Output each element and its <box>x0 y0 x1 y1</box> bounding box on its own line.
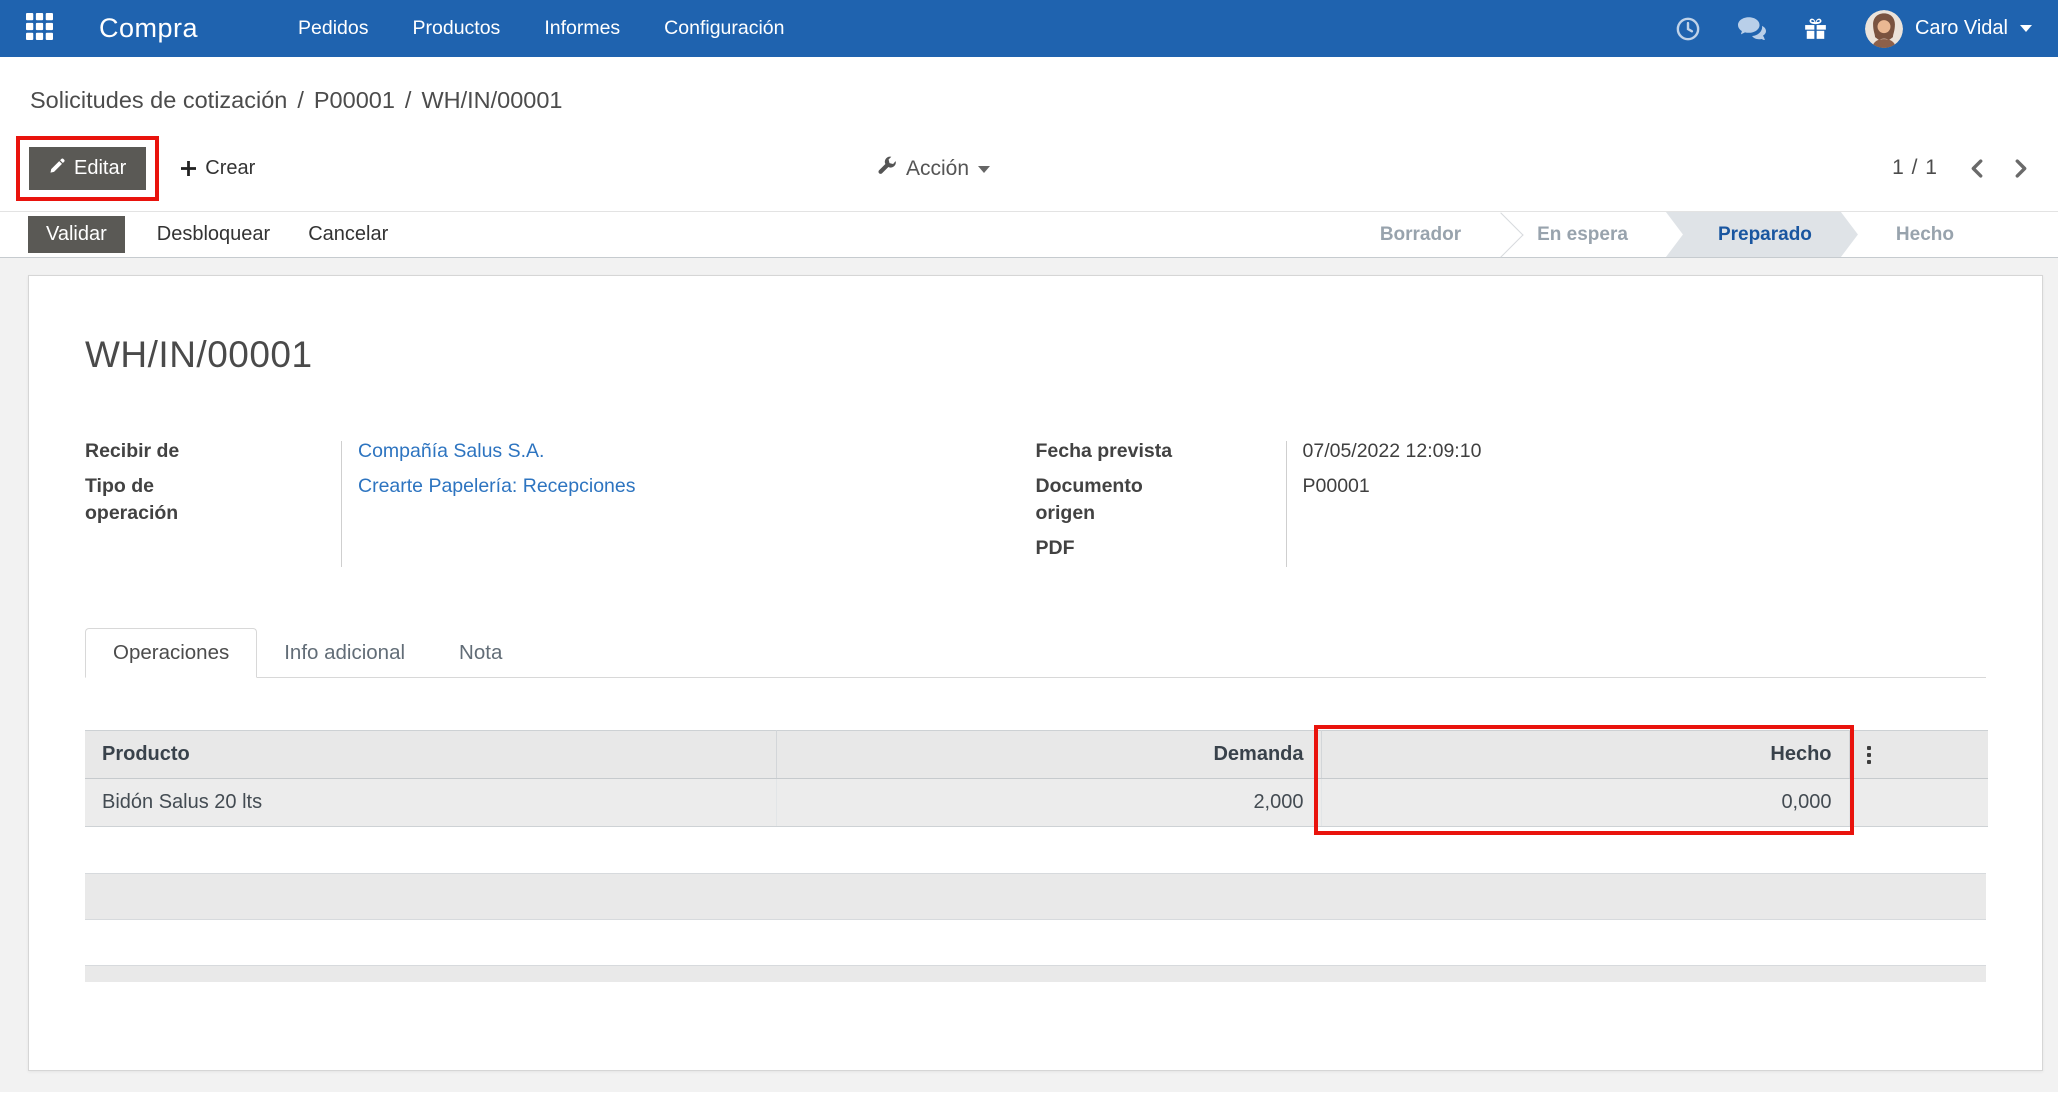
status-pipeline: Borrador En espera Preparado Hecho <box>1342 212 2058 257</box>
table-row[interactable]: Bidón Salus 20 lts 2,000 0,000 <box>85 778 1988 828</box>
table-header-row: Producto Demanda Hecho <box>85 730 1988 780</box>
operations-table: Producto Demanda Hecho Bidón Salus 20 lt… <box>85 725 1988 836</box>
empty-section-bar <box>85 965 1986 983</box>
main-menu: Pedidos Productos Informes Configuración <box>298 17 784 40</box>
field-separator-line <box>341 441 342 568</box>
optional-columns-icon[interactable] <box>1866 743 1873 765</box>
column-header-demanda[interactable]: Demanda <box>776 730 1322 780</box>
pencil-icon <box>49 157 65 180</box>
page-body: WH/IN/00001 Recibir de Compañía Salus S.… <box>0 258 2058 1092</box>
apps-menu-button[interactable] <box>26 12 53 45</box>
menu-pedidos[interactable]: Pedidos <box>298 17 368 40</box>
field-recibir-de: Recibir de Compañía Salus S.A. <box>85 438 1036 464</box>
activities-clock-icon[interactable] <box>1676 17 1700 41</box>
form-sheet: WH/IN/00001 Recibir de Compañía Salus S.… <box>28 275 2043 1071</box>
wrench-icon <box>877 156 897 182</box>
cell-demanda: 2,000 <box>776 778 1322 828</box>
stage-preparado[interactable]: Preparado <box>1666 212 1858 257</box>
pager-value: 1 / 1 <box>1892 156 1938 179</box>
breadcrumb: Solicitudes de cotización / P00001/WH/IN/0… <box>30 87 563 113</box>
column-header-producto[interactable]: Producto <box>85 730 777 780</box>
field-pdf: PDF <box>1036 535 1987 561</box>
pager-previous-button[interactable] <box>1970 158 1983 178</box>
edit-button[interactable]: Editar <box>29 146 147 190</box>
field-tipo-operacion: Tipo de operación Crearte Papelería: Rec… <box>85 473 1036 526</box>
field-fecha-prevista: Fecha prevista 07/05/2022 12:09:10 <box>1036 438 1987 464</box>
cell-hecho: 0,000 <box>1321 778 1850 828</box>
stage-en-espera[interactable]: En espera <box>1499 212 1666 257</box>
stage-borrador[interactable]: Borrador <box>1342 212 1499 257</box>
gift-icon[interactable] <box>1804 17 1827 40</box>
validate-button[interactable]: Validar <box>28 216 125 253</box>
top-navbar: Compra Pedidos Productos Informes Config… <box>0 0 2058 57</box>
cell-extra <box>1849 778 1988 828</box>
column-header-hecho[interactable]: Hecho <box>1321 730 1850 780</box>
action-menu-button[interactable]: Acción <box>877 156 991 182</box>
breadcrumb-link-solicitudes[interactable]: Solicitudes de cotización <box>30 87 287 113</box>
pager-next-button[interactable] <box>2015 158 2028 178</box>
scheduled-date-value: 07/05/2022 12:09:10 <box>1302 440 1482 462</box>
annotation-edit-button: Editar <box>16 135 160 201</box>
tab-nota[interactable]: Nota <box>432 629 529 677</box>
partner-link[interactable]: Compañía Salus S.A. <box>341 438 544 464</box>
pdf-value <box>1286 535 1303 561</box>
status-bar: Validar Desbloquear Cancelar Borrador En… <box>0 211 2058 258</box>
field-group: Recibir de Compañía Salus S.A. Tipo de o… <box>85 438 1986 570</box>
app-name[interactable]: Compra <box>99 13 198 44</box>
empty-section-bar <box>85 873 1986 921</box>
field-separator-line <box>1285 441 1287 568</box>
create-button[interactable]: Crear <box>175 147 261 190</box>
source-document-value: P00001 <box>1302 475 1370 498</box>
plus-icon <box>181 160 197 176</box>
breadcrumb-current: WH/IN/00001 <box>421 87 563 113</box>
user-name: Caro Vidal <box>1914 17 2008 39</box>
breadcrumb-link-p00001[interactable]: P00001 <box>314 87 395 113</box>
chevron-down-icon <box>978 165 991 173</box>
menu-configuracion[interactable]: Configuración <box>664 17 784 40</box>
pager: 1 / 1 <box>1892 156 2028 180</box>
menu-productos[interactable]: Productos <box>413 17 501 40</box>
cell-producto: Bidón Salus 20 lts <box>85 778 777 828</box>
grid-icon <box>26 12 53 45</box>
record-title: WH/IN/00001 <box>85 334 313 375</box>
cancel-button[interactable]: Cancelar <box>302 213 394 256</box>
unlock-button[interactable]: Desbloquear <box>151 213 276 256</box>
tab-operaciones[interactable]: Operaciones <box>85 628 258 679</box>
menu-informes[interactable]: Informes <box>544 17 620 40</box>
operation-type-link[interactable]: Crearte Papelería: Recepciones <box>341 473 636 526</box>
chevron-down-icon <box>2020 25 2032 32</box>
user-menu[interactable]: Caro Vidal <box>1864 9 2032 48</box>
messages-chat-icon[interactable] <box>1737 17 1766 40</box>
notebook-tabs: Operaciones Info adicional Nota <box>85 628 1986 679</box>
field-documento-origen: Documento origen P00001 <box>1036 473 1987 526</box>
tab-info-adicional[interactable]: Info adicional <box>257 629 432 677</box>
avatar <box>1864 9 1903 48</box>
control-panel: Editar Crear Acción 1 / 1 <box>0 127 2058 211</box>
stage-hecho[interactable]: Hecho <box>1858 212 1992 257</box>
